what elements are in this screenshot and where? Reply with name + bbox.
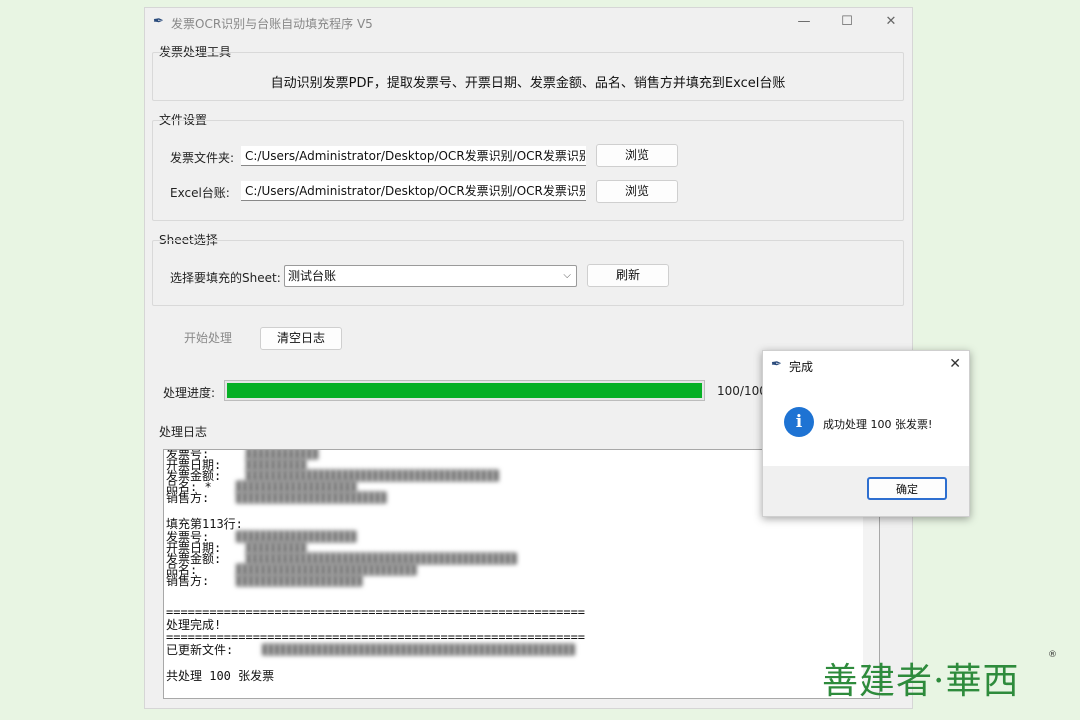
progress-fill bbox=[227, 383, 702, 398]
minimize-button[interactable]: — bbox=[790, 12, 818, 32]
progress-bar bbox=[224, 380, 705, 401]
log-group-label: 处理日志 bbox=[159, 425, 208, 439]
invoice-folder-input[interactable]: C:/Users/Administrator/Desktop/OCR发票识别/O… bbox=[241, 146, 586, 166]
dialog-title: 完成 bbox=[789, 360, 814, 374]
clear-log-button[interactable]: 清空日志 bbox=[260, 327, 342, 350]
excel-file-input[interactable]: C:/Users/Administrator/Desktop/OCR发票识别/O… bbox=[241, 181, 586, 201]
dialog-message: 成功处理 100 张发票! bbox=[823, 418, 933, 431]
start-process-button[interactable]: 开始处理 bbox=[168, 327, 248, 350]
maximize-button[interactable]: ☐ bbox=[833, 12, 861, 32]
log-line: 已更新文件: bbox=[166, 643, 234, 657]
refresh-button[interactable]: 刷新 bbox=[587, 264, 669, 287]
feather-icon: ✒ bbox=[153, 14, 164, 29]
title-bar: ✒ 发票OCR识别与台账自动填充程序 V5 — ☐ ✕ bbox=[145, 8, 912, 36]
info-icon: i bbox=[784, 407, 814, 437]
dialog-title-bar: ✒ 完成 ✕ bbox=[763, 351, 969, 379]
sheet-select-label: 选择要填充的Sheet: bbox=[170, 271, 281, 285]
progress-label: 处理进度: bbox=[163, 386, 216, 400]
progress-text: 100/100 bbox=[717, 384, 767, 398]
sheet-select[interactable]: 测试台账 ⌵ bbox=[284, 265, 577, 287]
watermark-logo: 善建者·華西 bbox=[822, 661, 1020, 702]
log-line: 销售方: bbox=[166, 491, 210, 505]
browse-folder-button[interactable]: 浏览 bbox=[596, 144, 678, 167]
completion-dialog: ✒ 完成 ✕ i 成功处理 100 张发票! 确定 bbox=[762, 350, 970, 517]
log-separator: ========================================… bbox=[166, 605, 586, 619]
log-line: 共处理 100 张发票 bbox=[166, 669, 275, 683]
tool-group: 自动识别发票PDF，提取发票号、开票日期、发票金额、品名、销售方并填充到Exce… bbox=[152, 52, 904, 101]
dialog-close-button[interactable]: ✕ bbox=[949, 356, 961, 372]
file-group bbox=[152, 120, 904, 221]
sheet-select-value: 测试台账 bbox=[288, 269, 337, 283]
tool-description: 自动识别发票PDF，提取发票号、开票日期、发票金额、品名、销售方并填充到Exce… bbox=[270, 76, 786, 91]
log-line: 销售方: bbox=[166, 574, 210, 588]
close-button[interactable]: ✕ bbox=[877, 12, 905, 32]
invoice-folder-label: 发票文件夹: bbox=[170, 151, 235, 165]
window-title: 发票OCR识别与台账自动填充程序 V5 bbox=[171, 17, 373, 31]
ok-button[interactable]: 确定 bbox=[867, 477, 947, 500]
browse-excel-button[interactable]: 浏览 bbox=[596, 180, 678, 203]
registered-mark: ® bbox=[1048, 650, 1057, 660]
excel-label: Excel台账: bbox=[170, 186, 230, 200]
feather-icon: ✒ bbox=[771, 357, 782, 372]
chevron-down-icon: ⌵ bbox=[563, 270, 571, 281]
